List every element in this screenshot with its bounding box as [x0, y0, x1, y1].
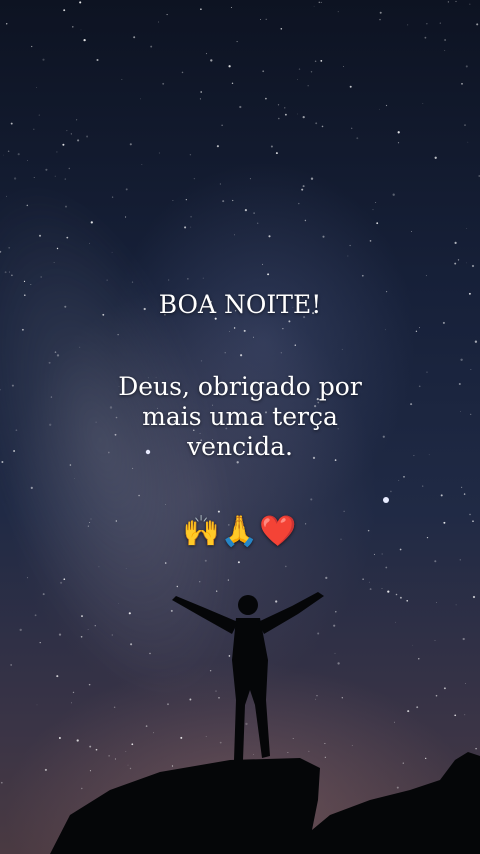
person-figure: [172, 592, 324, 760]
night-sky-background: BOA NOITE! Deus, obrigado por mais uma t…: [0, 0, 480, 854]
rock-cliff: [50, 752, 480, 854]
person-silhouette-on-rock: [50, 592, 480, 854]
